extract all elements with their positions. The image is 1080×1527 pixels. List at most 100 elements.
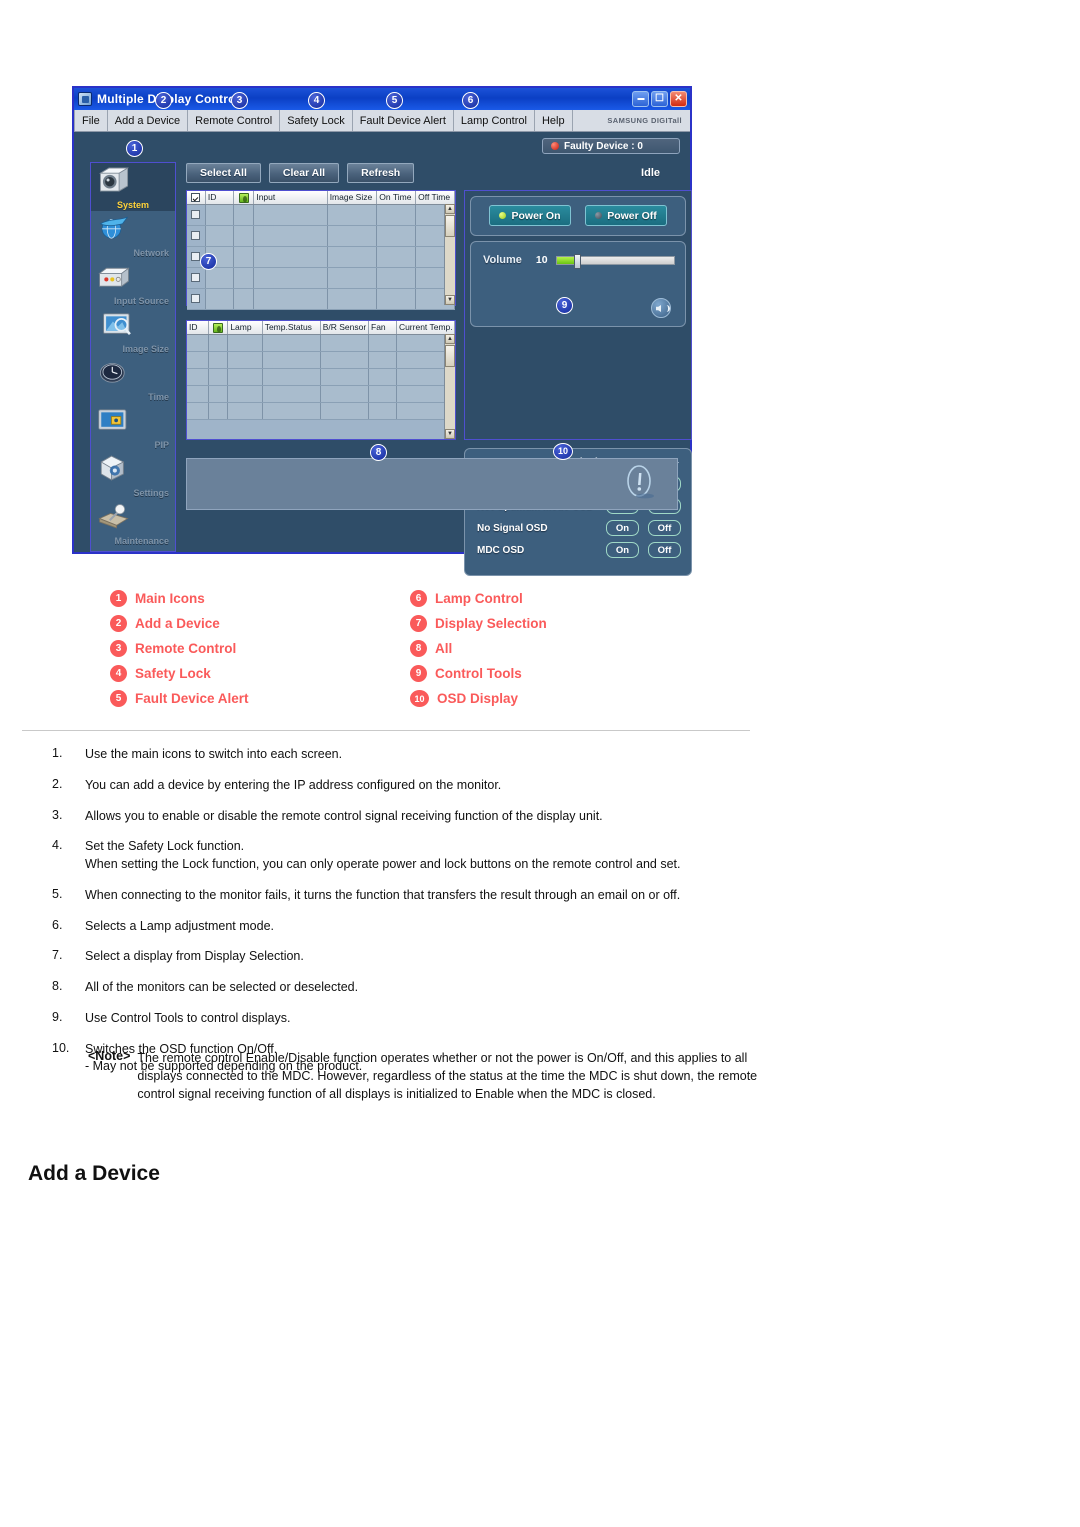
menu-item-safety-lock[interactable]: Safety Lock	[280, 110, 353, 131]
osd-row-no-signal: No Signal OSD On Off	[465, 517, 691, 539]
clear-all-button[interactable]: Clear All	[268, 163, 340, 183]
menu-bar: File Add a Device Remote Control Safety …	[74, 110, 690, 132]
row-checkbox-cell[interactable]	[187, 204, 206, 226]
col-lamp: Lamp	[227, 321, 263, 335]
checkbox-icon	[191, 251, 200, 261]
lamp-icon	[238, 192, 249, 203]
row-checkbox-cell[interactable]	[187, 225, 206, 247]
volume-slider-fill	[556, 256, 576, 264]
col-temp-status: Temp.Status	[262, 321, 321, 335]
sidebar-item-settings[interactable]: Settings	[91, 451, 175, 499]
no-signal-osd-on-button[interactable]: On	[606, 520, 639, 536]
lamp-status-grid[interactable]: ID Lamp Temp.Status B/R Sensor Fan Curre…	[186, 320, 456, 440]
legend-label-control-tools: Control Tools	[435, 666, 522, 681]
mdc-application-window: Multiple Display Control ☐ ✕ File Add a …	[72, 86, 692, 576]
instruction-item-4: 4. Set the Safety Lock function. When se…	[52, 838, 772, 874]
scroll-up-arrow-icon[interactable]: ▲	[445, 204, 455, 214]
menu-item-help[interactable]: Help	[535, 110, 573, 131]
volume-slider-thumb[interactable]	[574, 253, 582, 269]
refresh-button[interactable]: Refresh	[347, 163, 415, 183]
row-checkbox-cell[interactable]	[187, 288, 206, 310]
speaker-icon[interactable]	[651, 298, 671, 318]
menu-item-fault-device-alert[interactable]: Fault Device Alert	[353, 110, 454, 131]
scroll-up-arrow-icon[interactable]: ▲	[445, 334, 455, 344]
scrollbar-thumb[interactable]	[445, 345, 455, 367]
legend-item-4: 4 Safety Lock	[110, 665, 410, 682]
no-signal-osd-off-button[interactable]: Off	[648, 520, 681, 536]
instruction-text: Use the main icons to switch into each s…	[85, 747, 343, 761]
select-all-checkbox-header[interactable]	[187, 191, 206, 205]
note-keyword: <Note>	[88, 1049, 131, 1063]
maximize-button[interactable]: ☐	[651, 91, 668, 107]
legend-label-all: All	[435, 641, 453, 656]
legend-item-8: 8 All	[410, 640, 670, 657]
table-row[interactable]	[187, 351, 456, 369]
table-row[interactable]	[187, 267, 455, 289]
main-icons-sidebar: System Network Input Source Image Size T…	[90, 162, 176, 552]
display-selection-grid[interactable]: ID Input Image Size On Time Off Time ▲ ▼	[186, 190, 456, 310]
grid-toolbar: Select All Clear All Refresh Idle	[186, 160, 678, 186]
instruction-number: 3.	[52, 807, 63, 822]
samsung-brand-logo: SAMSUNG DIGITall	[607, 116, 682, 125]
scrollbar-thumb[interactable]	[445, 215, 455, 237]
table-row[interactable]	[187, 246, 455, 268]
col-off-time: Off Time	[415, 191, 455, 205]
scroll-down-arrow-icon[interactable]: ▼	[445, 295, 455, 305]
menu-item-lamp-control[interactable]: Lamp Control	[454, 110, 535, 131]
select-all-button[interactable]: Select All	[186, 163, 261, 183]
mdc-osd-off-button[interactable]: Off	[648, 542, 681, 558]
grid-scrollbar[interactable]: ▲ ▼	[444, 334, 455, 439]
instruction-text: Select a display from Display Selection.	[85, 949, 304, 964]
table-row[interactable]	[187, 334, 456, 352]
menu-item-add-a-device[interactable]: Add a Device	[108, 110, 189, 131]
input-source-icon	[98, 267, 130, 288]
legend-item-1: 1 Main Icons	[110, 590, 410, 607]
message-status-bar	[186, 458, 678, 510]
table-row[interactable]	[187, 225, 455, 247]
close-button[interactable]: ✕	[670, 91, 687, 107]
legend-number: 4	[110, 665, 127, 682]
power-off-button[interactable]: Power Off	[585, 205, 667, 226]
volume-slider[interactable]	[555, 253, 675, 269]
legend-item-6: 6 Lamp Control	[410, 590, 670, 607]
sidebar-item-image-size[interactable]: Image Size	[91, 307, 175, 355]
instruction-item-5: 5. When connecting to the monitor fails,…	[52, 887, 772, 905]
osd-row-mdc: MDC OSD On Off	[465, 539, 691, 561]
app-icon	[78, 92, 92, 106]
checkbox-icon	[191, 293, 200, 303]
menu-item-file[interactable]: File	[74, 110, 108, 131]
menu-item-remote-control[interactable]: Remote Control	[188, 110, 281, 131]
grid-scrollbar[interactable]: ▲ ▼	[444, 204, 455, 305]
window-controls: ☐ ✕	[632, 91, 688, 107]
mdc-osd-on-button[interactable]: On	[606, 542, 639, 558]
scroll-down-arrow-icon[interactable]: ▼	[445, 429, 455, 439]
row-checkbox-cell[interactable]	[187, 267, 206, 289]
table-header-row: ID Lamp Temp.Status B/R Sensor Fan Curre…	[187, 321, 456, 335]
control-tools-panel: Power On Power Off Volume 10	[464, 190, 692, 440]
minimize-button[interactable]	[632, 91, 649, 107]
table-row[interactable]	[187, 204, 455, 226]
volume-groupbox: Volume 10	[470, 241, 686, 327]
legend-label-display-selection: Display Selection	[435, 616, 547, 631]
legend-label-remote-control: Remote Control	[135, 641, 237, 656]
volume-label: Volume	[483, 254, 522, 266]
table-row[interactable]	[187, 368, 456, 386]
sidebar-label-pip: PIP	[154, 440, 169, 450]
sidebar-item-pip[interactable]: PIP	[91, 403, 175, 451]
callout-badge-6: 6	[462, 92, 479, 109]
instruction-number: 1.	[52, 746, 63, 760]
sidebar-item-network[interactable]: Network	[91, 211, 175, 259]
table-row[interactable]	[187, 402, 456, 420]
table-row[interactable]	[187, 288, 455, 310]
callout-badge-1: 1	[126, 140, 143, 157]
sidebar-item-time[interactable]: Time	[91, 355, 175, 403]
faulty-indicator-icon	[551, 142, 559, 150]
sidebar-item-input-source[interactable]: Input Source	[91, 259, 175, 307]
legend-item-10: 10 OSD Display	[410, 690, 670, 707]
sidebar-item-maintenance[interactable]: Maintenance	[91, 499, 175, 547]
sidebar-item-system[interactable]: System	[91, 163, 175, 211]
table-row[interactable]	[187, 385, 456, 403]
legend-label-lamp-control: Lamp Control	[435, 591, 523, 606]
page-heading-add-a-device: Add a Device	[28, 1162, 160, 1185]
power-on-button[interactable]: Power On	[489, 205, 571, 226]
